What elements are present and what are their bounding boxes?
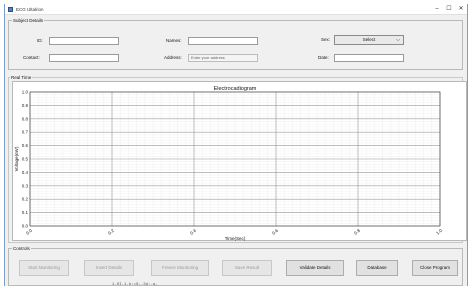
address-field[interactable]: Enter your address [188,54,258,62]
window-title: ECG Ultalrion [16,7,44,12]
close-program-button[interactable]: Close Program [412,260,458,276]
ecg-chart: 0.0 0.2 0.4 0.6 0.8 1.0 0.0 0.1 0.2 0.3 0.4 0.5 0.6 0… [14,86,443,241]
title-bar: ECG Ultalrion – ☐ ✕ [5,4,467,15]
ecg-plot-panel: 0.0 0.2 0.4 0.6 0.8 1.0 0.0 0.1 0.2 0.3 0.4 0.5 0.6 0… [12,81,467,241]
sex-label: Sex: [321,37,331,42]
app-icon [8,7,13,12]
freeze-monitoring-button[interactable]: Freeze Monitoring [151,260,209,276]
real-time-label: Real Time [10,75,33,80]
chart-title: Electrocadiogram [214,86,257,92]
controls-label: Controls [12,246,31,251]
y-tick-label: 0.4 [22,170,29,175]
contact-field[interactable] [49,54,119,62]
date-field[interactable] [334,54,404,62]
x-tick-label: 0.6 [271,228,279,236]
x-tick-label: 0.8 [353,228,361,236]
save-result-button[interactable]: Save Result [222,260,272,276]
x-tick-label: 0.4 [189,228,197,236]
y-tick-label: 0.5 [22,157,29,162]
y-tick-label: 0.9 [22,103,29,108]
y-tick-label: 0.8 [22,116,29,121]
id-field[interactable] [49,37,119,45]
y-tick-label: 0.0 [22,224,29,229]
x-tick-label: 0.0 [25,228,33,236]
background-peek-text: 1.0I.1.b:=0,.3d:.a, [112,283,158,287]
y-tick-label: 0.7 [22,130,29,135]
minimize-icon[interactable]: – [433,6,441,13]
x-tick-label: 0.2 [107,228,115,236]
date-label: Date: [318,55,329,60]
close-icon[interactable]: ✕ [457,6,465,13]
names-label: Names: [166,38,182,43]
address-label: Address: [164,55,182,60]
maximize-icon[interactable]: ☐ [445,6,453,13]
names-field[interactable] [188,37,258,45]
sex-select[interactable]: Select ⌵ [334,35,404,45]
sex-select-value: Select [362,37,376,42]
insert-details-button[interactable]: Insert Details [84,260,134,276]
y-tick-label: 0.3 [22,183,29,188]
subject-details-group: Subject Details ID: Names: Sex: Select ⌵… [8,18,463,70]
y-tick-label: 1.0 [22,90,29,95]
id-label: ID: [37,38,43,43]
chevron-down-icon: ⌵ [396,37,400,43]
app-window: ECG Ultalrion – ☐ ✕ Subject Details ID: … [4,4,468,290]
y-tick-label: 0.6 [22,143,29,148]
validate-details-button[interactable]: Validate Details [286,260,344,276]
x-axis-label: Time(Sec) [225,236,246,241]
background-window-peek [0,286,474,290]
x-tick-label: 1.0 [435,228,443,236]
subject-details-label: Subject Details [12,18,45,23]
start-monitoring-button[interactable]: Start Monitoring [19,260,69,276]
contact-label: Contact: [23,55,40,60]
y-tick-label: 0.2 [22,197,29,202]
y-tick-label: 0.1 [22,210,29,215]
database-button[interactable]: Database [356,260,398,276]
y-axis-label: Voltage(mV) [14,146,19,171]
